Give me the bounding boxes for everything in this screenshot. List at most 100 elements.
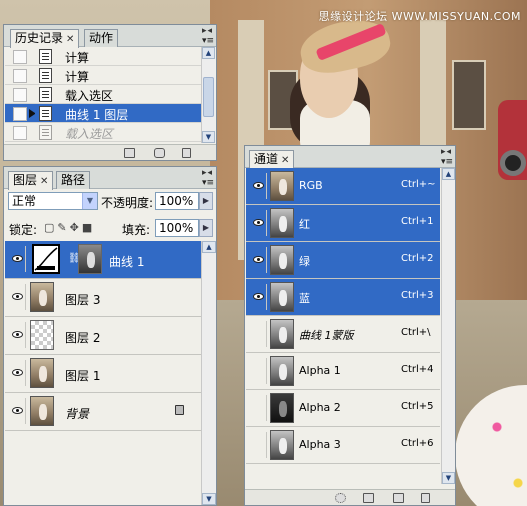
history-snapshot-checkbox[interactable] <box>13 126 27 140</box>
channel-row[interactable]: Alpha 2 Ctrl+5 <box>246 390 440 427</box>
trash-icon[interactable] <box>421 493 430 503</box>
history-item[interactable]: 载入选区 <box>5 85 205 104</box>
layer-row-selected[interactable]: ⛓ 曲线 1 <box>5 241 216 279</box>
layer-row[interactable]: 图层 3 <box>5 279 216 317</box>
history-snapshot-checkbox[interactable] <box>13 107 27 121</box>
fill-slider-button[interactable]: ▶ <box>199 219 213 237</box>
layer-thumbnail <box>30 396 54 426</box>
tab-history[interactable]: 历史记录 ✕ <box>10 29 80 48</box>
history-state-slider-icon[interactable] <box>29 109 37 118</box>
layer-visibility-toggle[interactable] <box>8 284 26 310</box>
scroll-up-arrow-icon[interactable]: ▲ <box>202 241 216 253</box>
close-icon[interactable]: ✕ <box>40 176 48 187</box>
channel-row[interactable]: Alpha 3 Ctrl+6 <box>246 427 440 464</box>
watermark: 思缘设计论坛 WWW.MISSYUAN.COM <box>318 10 521 23</box>
history-step-icon <box>39 125 52 140</box>
channel-visibility-toggle[interactable] <box>249 358 267 384</box>
channel-name: RGB <box>299 179 323 192</box>
channel-visibility-toggle[interactable] <box>249 247 267 273</box>
chevron-down-icon[interactable]: ▼ <box>82 193 97 209</box>
camera-icon[interactable] <box>154 148 165 158</box>
channel-visibility-toggle[interactable] <box>249 321 267 347</box>
channels-footer <box>245 489 455 505</box>
tab-paths[interactable]: 路径 <box>56 171 91 189</box>
scroll-thumb[interactable] <box>203 77 214 117</box>
layer-mask-thumbnail[interactable] <box>78 244 102 274</box>
channel-row-selected[interactable]: 蓝 Ctrl+3 <box>246 279 440 316</box>
lock-transparent-icon[interactable]: ▢ <box>44 221 57 234</box>
tab-channels[interactable]: 通道 ✕ <box>249 150 295 169</box>
scroll-down-arrow-icon[interactable]: ▼ <box>202 493 216 505</box>
tab-actions-label: 动作 <box>89 31 114 45</box>
channel-row-selected[interactable]: RGB Ctrl+~ <box>246 168 440 205</box>
fill-input[interactable]: 100% <box>155 219 199 237</box>
channel-visibility-toggle[interactable] <box>249 395 267 421</box>
channel-visibility-toggle[interactable] <box>249 210 267 236</box>
layer-row[interactable]: 图层 2 <box>5 317 216 355</box>
channel-row-selected[interactable]: 红 Ctrl+1 <box>246 205 440 242</box>
channel-row-selected[interactable]: 绿 Ctrl+2 <box>246 242 440 279</box>
layers-scrollbar[interactable]: ▲ ▼ <box>201 241 216 505</box>
channel-visibility-toggle[interactable] <box>249 173 267 199</box>
layer-visibility-toggle[interactable] <box>8 322 26 348</box>
close-icon[interactable]: ✕ <box>66 34 74 45</box>
dotted-circle-icon[interactable] <box>335 493 346 503</box>
lock-all-icon[interactable]: ■ <box>82 221 95 234</box>
trash-icon[interactable] <box>182 148 191 158</box>
scroll-down-arrow-icon[interactable]: ▼ <box>202 131 215 143</box>
history-item-undone[interactable]: 载入选区 <box>5 123 205 142</box>
tab-history-label: 历史记录 <box>15 31 64 45</box>
layer-visibility-toggle[interactable] <box>8 398 26 424</box>
panel-collapse-icon[interactable]: ▸◂ <box>202 26 213 36</box>
channel-thumbnail <box>270 393 294 423</box>
channel-shortcut: Ctrl+2 <box>401 253 434 264</box>
opacity-input[interactable]: 100% <box>155 192 199 210</box>
channel-visibility-toggle[interactable] <box>249 284 267 310</box>
layer-visibility-toggle[interactable] <box>8 360 26 386</box>
history-item-label: 载入选区 <box>65 89 114 103</box>
lock-paint-icon[interactable]: ✎ <box>57 221 69 234</box>
layers-panel: 图层 ✕ 路径 ▸◂ ▾≡ 正常 ▼ 不透明度: 100% ▶ 锁定: ▢✎✥■ … <box>3 166 217 506</box>
history-item[interactable]: 计算 <box>5 47 205 66</box>
scroll-up-arrow-icon[interactable]: ▲ <box>202 47 215 59</box>
tab-actions[interactable]: 动作 <box>84 29 119 47</box>
scroll-up-arrow-icon[interactable]: ▲ <box>442 168 455 180</box>
close-icon[interactable]: ✕ <box>281 155 289 166</box>
scroll-down-arrow-icon[interactable]: ▼ <box>442 472 455 484</box>
panel-collapse-icon[interactable]: ▸◂ <box>441 147 452 157</box>
new-channel-icon[interactable] <box>393 493 404 503</box>
history-item-selected[interactable]: 曲线 1 图层 <box>5 104 205 123</box>
channel-visibility-toggle[interactable] <box>249 432 267 458</box>
history-scrollbar[interactable]: ▲ ▼ <box>201 47 215 143</box>
tab-layers-label: 图层 <box>13 173 38 187</box>
opacity-slider-button[interactable]: ▶ <box>199 192 213 210</box>
history-item[interactable]: 计算 <box>5 66 205 85</box>
channels-scrollbar[interactable]: ▲ ▼ <box>441 168 455 484</box>
history-snapshot-checkbox[interactable] <box>13 88 27 102</box>
tab-layers[interactable]: 图层 ✕ <box>8 171 54 190</box>
eye-icon <box>12 331 23 338</box>
layer-visibility-toggle[interactable] <box>8 246 26 272</box>
panel-menu-icon[interactable]: ▾≡ <box>441 157 453 167</box>
layer-row[interactable]: 图层 1 <box>5 355 216 393</box>
lock-icon <box>175 405 184 415</box>
lock-move-icon[interactable]: ✥ <box>70 221 82 234</box>
channel-row[interactable]: Alpha 1 Ctrl+4 <box>246 353 440 390</box>
curves-adjustment-icon[interactable] <box>32 244 60 274</box>
history-snapshot-checkbox[interactable] <box>13 69 27 83</box>
panel-menu-icon[interactable]: ▾≡ <box>202 36 214 46</box>
new-document-icon[interactable] <box>124 148 135 158</box>
save-selection-icon[interactable] <box>363 493 374 503</box>
channel-name: Alpha 2 <box>299 401 341 414</box>
eye-icon <box>12 369 23 376</box>
eye-icon <box>12 293 23 300</box>
history-snapshot-checkbox[interactable] <box>13 50 27 64</box>
channel-row[interactable]: 曲线 1蒙版 Ctrl+\ <box>246 316 440 353</box>
history-item-label: 曲线 1 图层 <box>65 108 129 122</box>
layer-row-background[interactable]: 背景 <box>5 393 216 431</box>
blend-mode-select[interactable]: 正常 ▼ <box>8 192 98 210</box>
panel-menu-icon[interactable]: ▾≡ <box>202 178 214 188</box>
channel-name: 曲线 1蒙版 <box>299 329 354 342</box>
panel-collapse-icon[interactable]: ▸◂ <box>202 168 213 178</box>
history-step-icon <box>39 49 52 64</box>
